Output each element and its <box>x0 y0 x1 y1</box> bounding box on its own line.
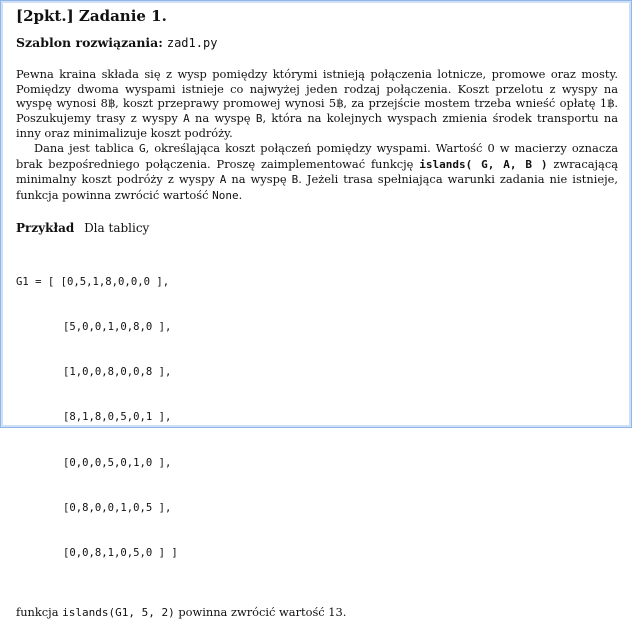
code-line: [8,1,8,0,5,0,1 ], <box>16 410 618 425</box>
example-heading: Przykład Dla tablicy <box>16 220 618 236</box>
example-text: Dla tablicy <box>84 221 150 236</box>
island-a: A <box>183 111 190 125</box>
task-name: Zadanie 1. <box>78 7 167 25</box>
cost-ferry: 5฿ <box>328 96 344 111</box>
function-signature: islands( G, A, B ) <box>419 157 548 171</box>
code-line: [5,0,0,1,0,8,0 ], <box>16 320 618 335</box>
solution-template: Szablon rozwiązania: zad1.py <box>16 35 618 51</box>
text-segment: na wyspę <box>189 110 256 125</box>
code-line: G1 = [ [0,5,1,8,0,0,0 ], <box>16 275 618 290</box>
cost-bridge: 1฿ <box>599 96 615 111</box>
text-segment: . <box>238 187 243 202</box>
task-title: [2pkt.] Zadanie 1. <box>16 6 618 26</box>
paragraph-task: Dana jest tablica G, określająca koszt p… <box>16 141 618 203</box>
code-line: [1,0,0,8,0,0,8 ], <box>16 365 618 380</box>
matrix-row: [0,5,1,8,0,0,0 ], <box>60 275 170 288</box>
task-document: [2pkt.] Zadanie 1. Szablon rozwiązania: … <box>16 6 618 620</box>
code-line: [0,0,0,5,0,1,0 ], <box>16 456 618 471</box>
example-label: Przykład <box>16 221 75 236</box>
matrix-row: [8,1,8,0,5,0,1 ], <box>63 411 172 424</box>
matrix-row: [1,0,0,8,0,0,8 ], <box>63 366 172 379</box>
code-line: [0,8,0,0,1,0,5 ], <box>16 501 618 516</box>
example-result: funkcja islands(G1, 5, 2) powinna zwróci… <box>16 605 618 620</box>
code-block: G1 = [ [0,5,1,8,0,0,0 ], [5,0,0,1,0,8,0 … <box>16 244 618 591</box>
cost-flight: 8฿ <box>100 96 116 111</box>
text-segment: , za przejście mostem trzeba wnieść opła… <box>343 96 600 111</box>
matrix-row: [5,0,0,1,0,8,0 ], <box>63 320 172 333</box>
code-line: [0,0,8,1,0,5,0 ] ] <box>16 546 618 561</box>
text-segment: Dana jest tablica <box>34 140 140 155</box>
matrix-row: [0,0,0,5,0,1,0 ], <box>63 456 172 469</box>
text-segment: funkcja <box>16 604 63 619</box>
text-segment: na wyspę <box>226 172 292 187</box>
template-file: zad1.py <box>166 36 218 50</box>
matrix-row: [0,8,0,0,1,0,5 ], <box>63 501 172 514</box>
none-value: None <box>212 188 239 202</box>
text-segment: powinna zwrócić wartość 13. <box>174 604 347 619</box>
island-b: B <box>255 111 263 125</box>
array-g: G <box>139 141 146 155</box>
template-label: Szablon rozwiązania: <box>16 35 163 50</box>
points-label: [2pkt.] <box>16 7 74 25</box>
text-segment: , koszt przeprawy promowej wynosi <box>115 96 329 111</box>
matrix-row: [0,0,8,1,0,5,0 ] ] <box>63 547 178 560</box>
code-prefix: G1 = [ <box>16 275 61 288</box>
paragraph-description: Pewna kraina składa się z wysp pomiędzy … <box>16 67 618 141</box>
function-call: islands(G1, 5, 2) <box>62 605 175 619</box>
